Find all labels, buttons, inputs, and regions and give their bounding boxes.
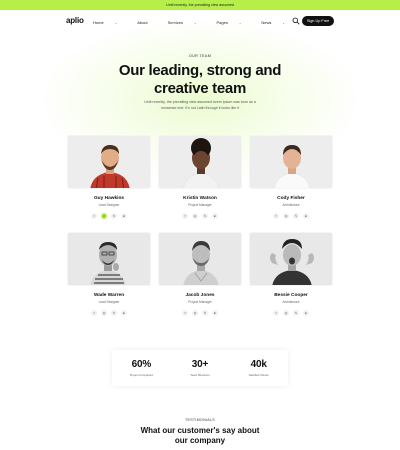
team-description: Until recently, the prevailing view assu… — [144, 100, 256, 110]
person-avatar-icon — [250, 233, 332, 285]
team-headline: Our leading, strong and creative team — [100, 62, 300, 98]
testimonials-eyebrow: TESTIMONIALS — [185, 418, 215, 422]
stat-value: 40k — [250, 359, 267, 370]
instagram-icon[interactable]: ◎ — [283, 213, 289, 219]
social-links: f ◎ 𝕏 in — [67, 310, 151, 316]
facebook-icon[interactable]: f — [273, 213, 279, 219]
facebook-icon[interactable]: f — [182, 213, 188, 219]
member-name: Jacob Jones — [185, 293, 215, 298]
member-role: Architecture — [282, 300, 300, 304]
chevron-down-icon: ⌄ — [282, 21, 285, 25]
member-photo — [158, 135, 242, 189]
chevron-down-icon: ⌄ — [114, 21, 118, 25]
team-card[interactable]: Guy Hawkins Lead Designer f ◎ 𝕏 in — [67, 135, 151, 219]
stat-item: 60% Project Completed — [116, 359, 166, 377]
member-name: Guy Hawkins — [93, 196, 125, 201]
stats-panel: 60% Project Completed 30+ Team Members 4… — [112, 350, 288, 386]
person-avatar-icon — [68, 136, 150, 188]
linkedin-icon[interactable]: in — [121, 213, 127, 219]
announcement-text: Until recently, the prevailing view assu… — [166, 3, 234, 7]
x-icon[interactable]: 𝕏 — [202, 310, 208, 316]
x-icon[interactable]: 𝕏 — [111, 310, 117, 316]
member-photo — [249, 135, 333, 189]
member-name: Bessie Cooper — [274, 293, 308, 298]
social-links: f ◎ 𝕏 in — [249, 213, 333, 219]
stat-value: 30+ — [191, 359, 209, 370]
signup-button[interactable]: Sign Up Free — [302, 16, 334, 26]
member-role: Project Manager — [188, 203, 212, 207]
member-role: Lead Designer — [98, 300, 120, 304]
team-card[interactable]: Jacob Jones Project Manager f ◎ 𝕏 in — [158, 232, 242, 316]
team-card[interactable]: Wade Warren Lead Designer f ◎ 𝕏 in — [67, 232, 151, 316]
member-name: Wade Warren — [93, 293, 125, 298]
stat-label: Team Members — [190, 373, 210, 377]
member-photo — [249, 232, 333, 286]
x-icon[interactable]: 𝕏 — [293, 213, 299, 219]
linkedin-icon[interactable]: in — [212, 310, 218, 316]
stat-value: 60% — [131, 359, 152, 370]
stat-item: 40k Satisfied Clients — [234, 359, 284, 377]
facebook-icon[interactable]: f — [182, 310, 188, 316]
instagram-icon[interactable]: ◎ — [283, 310, 289, 316]
linkedin-icon[interactable]: in — [303, 213, 309, 219]
facebook-icon[interactable]: f — [91, 213, 97, 219]
member-photo — [67, 232, 151, 286]
member-photo — [67, 135, 151, 189]
linkedin-icon[interactable]: in — [303, 310, 309, 316]
headline-line: Our leading, strong and — [118, 62, 282, 79]
team-card[interactable]: Kristin Watson Project Manager f ◎ 𝕏 in — [158, 135, 242, 219]
member-name: Kristin Watson — [183, 196, 217, 201]
menu-item-home[interactable]: Home ⌄ — [93, 20, 127, 25]
x-icon[interactable]: 𝕏 — [293, 310, 299, 316]
logo[interactable]: aplio — [66, 16, 84, 25]
member-role: Architecture — [282, 203, 300, 207]
title-line: What our customer's say about — [140, 426, 260, 435]
linkedin-icon[interactable]: in — [121, 310, 127, 316]
member-role: Lead Designer — [98, 203, 120, 207]
facebook-icon[interactable]: f — [273, 310, 279, 316]
person-avatar-icon — [159, 233, 241, 285]
team-eyebrow: OUR TEAM — [188, 54, 212, 58]
team-card[interactable]: Bessie Cooper Architecture f ◎ 𝕏 in — [249, 232, 333, 316]
social-links: f ◎ 𝕏 in — [249, 310, 333, 316]
person-avatar-icon — [68, 233, 150, 285]
member-role: Project Manager — [188, 300, 212, 304]
search-icon[interactable] — [292, 17, 300, 25]
member-name: Cody Fisher — [277, 196, 305, 201]
linkedin-icon[interactable]: in — [212, 213, 218, 219]
team-card[interactable]: Cody Fisher Architecture f ◎ 𝕏 in — [249, 135, 333, 219]
person-avatar-icon — [250, 136, 332, 188]
stat-label: Satisfied Clients — [248, 373, 269, 377]
menu-item-label: News — [261, 20, 272, 25]
social-links: f ◎ 𝕏 in — [67, 213, 151, 219]
menu-item-news[interactable]: News ⌄ — [261, 20, 295, 25]
x-icon[interactable]: 𝕏 — [111, 213, 117, 219]
instagram-icon[interactable]: ◎ — [192, 213, 198, 219]
facebook-icon[interactable]: f — [91, 310, 97, 316]
announcement-bar: Until recently, the prevailing view assu… — [0, 0, 400, 10]
social-links: f ◎ 𝕏 in — [158, 310, 242, 316]
member-photo — [158, 232, 242, 286]
testimonials-title: What our customer's say about our compan… — [130, 426, 270, 446]
headline-line: creative team — [154, 80, 246, 97]
person-avatar-icon — [159, 136, 241, 188]
menu-item-label: Home — [93, 20, 104, 25]
stat-item: 30+ Team Members — [175, 359, 225, 377]
stat-label: Project Completed — [129, 373, 153, 377]
instagram-icon[interactable]: ◎ — [101, 213, 107, 219]
instagram-icon[interactable]: ◎ — [101, 310, 107, 316]
instagram-icon[interactable]: ◎ — [192, 310, 198, 316]
social-links: f ◎ 𝕏 in — [158, 213, 242, 219]
x-icon[interactable]: 𝕏 — [202, 213, 208, 219]
title-line: our company — [174, 436, 226, 445]
